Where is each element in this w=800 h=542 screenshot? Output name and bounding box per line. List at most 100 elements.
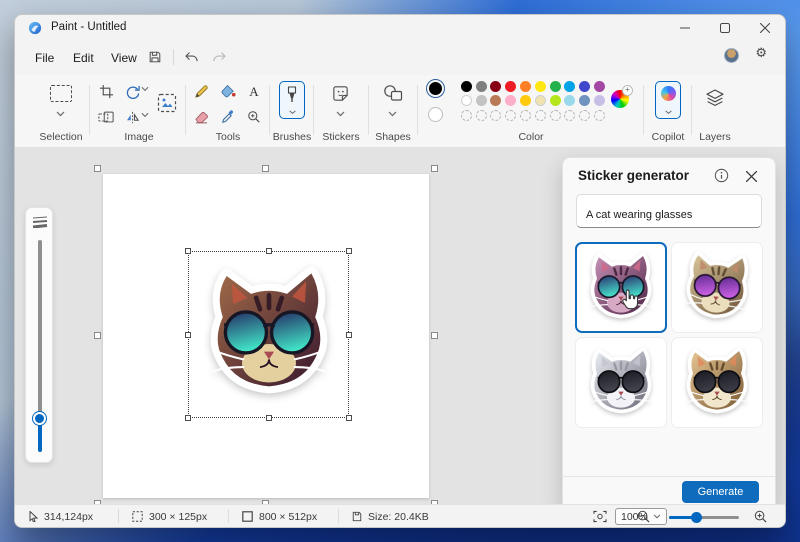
selection-handle[interactable] (346, 248, 352, 254)
zoom-slider-track[interactable] (669, 516, 739, 519)
color-swatch[interactable] (579, 95, 590, 106)
redo-button[interactable] (207, 46, 231, 68)
menu-file[interactable]: File (29, 49, 60, 67)
color-swatch[interactable] (564, 81, 575, 92)
color-swatch[interactable] (550, 110, 561, 121)
color-swatch[interactable] (594, 95, 605, 106)
selection-handle[interactable] (266, 415, 272, 421)
fit-to-screen-button[interactable] (593, 505, 607, 528)
fill-bucket-icon[interactable] (218, 81, 238, 101)
close-button[interactable] (745, 15, 785, 41)
settings-gear-icon[interactable]: ⚙ (755, 46, 767, 61)
color-swatch[interactable] (461, 110, 472, 121)
titlebar: Paint - Untitled (15, 15, 785, 41)
selection-handle[interactable] (346, 415, 352, 421)
sticker-result-4[interactable] (671, 337, 763, 428)
text-tool-icon[interactable]: A (244, 81, 264, 101)
eyedropper-icon[interactable] (218, 107, 238, 127)
sticker-result-2[interactable] (671, 242, 763, 333)
color-swatch[interactable] (505, 110, 516, 121)
color-swatch[interactable] (564, 95, 575, 106)
canvas-resize-handle[interactable] (262, 165, 269, 172)
color-swatch[interactable] (520, 95, 531, 106)
account-avatar[interactable] (724, 48, 739, 63)
color-swatch[interactable] (461, 95, 472, 106)
chevron-down-icon (664, 110, 673, 115)
menu-view[interactable]: View (105, 49, 143, 67)
color-swatch[interactable] (505, 95, 516, 106)
color-swatch[interactable] (535, 110, 546, 121)
sticker-selection[interactable] (188, 251, 349, 418)
color-palette-grid (459, 79, 607, 123)
selection-handle[interactable] (185, 415, 191, 421)
color-swatch[interactable] (535, 81, 546, 92)
color-swatch[interactable] (594, 81, 605, 92)
remove-background-icon[interactable] (155, 91, 179, 115)
magnifier-icon[interactable] (244, 107, 264, 127)
crop-icon[interactable] (96, 81, 116, 101)
drawing-canvas[interactable] (103, 174, 429, 498)
selection-tool-icon[interactable] (50, 85, 72, 102)
color-swatch[interactable] (476, 95, 487, 106)
chevron-down-icon[interactable] (388, 111, 397, 117)
resize-icon[interactable] (96, 107, 116, 127)
flip-icon[interactable] (123, 107, 143, 127)
color-swatch[interactable] (550, 95, 561, 106)
info-icon[interactable] (714, 168, 729, 183)
size-slider-track[interactable] (38, 240, 42, 418)
zoom-slider-thumb[interactable] (691, 512, 702, 523)
selection-handle[interactable] (185, 248, 191, 254)
color-swatch[interactable] (564, 110, 575, 121)
sticker-result-1[interactable] (575, 242, 667, 333)
chevron-down-icon[interactable] (141, 112, 149, 118)
canvas-resize-handle[interactable] (431, 165, 438, 172)
color-swatch[interactable] (476, 81, 487, 92)
sticker-icon[interactable] (331, 84, 350, 103)
zoom-in-button[interactable] (754, 505, 767, 528)
shapes-icon[interactable] (383, 84, 403, 102)
layers-icon[interactable] (705, 88, 725, 108)
chevron-down-icon (288, 110, 297, 115)
chevron-down-icon[interactable] (56, 111, 65, 117)
color-swatch[interactable] (490, 95, 501, 106)
rotate-icon[interactable] (123, 81, 143, 101)
color-swatch[interactable] (520, 110, 531, 121)
generate-button[interactable]: Generate (682, 481, 759, 503)
primary-color-swatch[interactable] (427, 80, 444, 97)
panel-close-icon[interactable] (743, 168, 759, 184)
save-button[interactable] (143, 46, 167, 68)
color-swatch[interactable] (490, 81, 501, 92)
color-swatch[interactable] (520, 81, 531, 92)
canvas-resize-handle[interactable] (431, 332, 438, 339)
selection-handle[interactable] (185, 332, 191, 338)
prompt-input[interactable] (576, 194, 762, 228)
brushes-button[interactable] (279, 81, 305, 119)
color-swatch[interactable] (579, 81, 590, 92)
canvas-resize-handle[interactable] (94, 332, 101, 339)
maximize-button[interactable] (705, 15, 745, 41)
zoom-out-button[interactable] (637, 505, 650, 528)
menu-edit[interactable]: Edit (67, 49, 100, 67)
minimize-button[interactable] (665, 15, 705, 41)
sticker-result-3[interactable] (575, 337, 667, 428)
copilot-button[interactable] (655, 81, 681, 119)
color-swatch[interactable] (535, 95, 546, 106)
selection-handle[interactable] (266, 248, 272, 254)
edit-colors-wheel-icon[interactable] (611, 90, 629, 108)
secondary-color-swatch[interactable] (428, 107, 443, 122)
canvas-resize-handle[interactable] (94, 165, 101, 172)
color-swatch[interactable] (490, 110, 501, 121)
chevron-down-icon[interactable] (141, 86, 149, 92)
selection-handle[interactable] (346, 332, 352, 338)
size-slider-thumb[interactable] (33, 412, 46, 425)
color-swatch[interactable] (594, 110, 605, 121)
color-swatch[interactable] (579, 110, 590, 121)
color-swatch[interactable] (461, 81, 472, 92)
chevron-down-icon[interactable] (336, 111, 345, 117)
color-swatch[interactable] (505, 81, 516, 92)
eraser-icon[interactable] (191, 107, 211, 127)
color-swatch[interactable] (476, 110, 487, 121)
color-swatch[interactable] (550, 81, 561, 92)
undo-button[interactable] (179, 46, 203, 68)
pencil-icon[interactable] (191, 81, 211, 101)
